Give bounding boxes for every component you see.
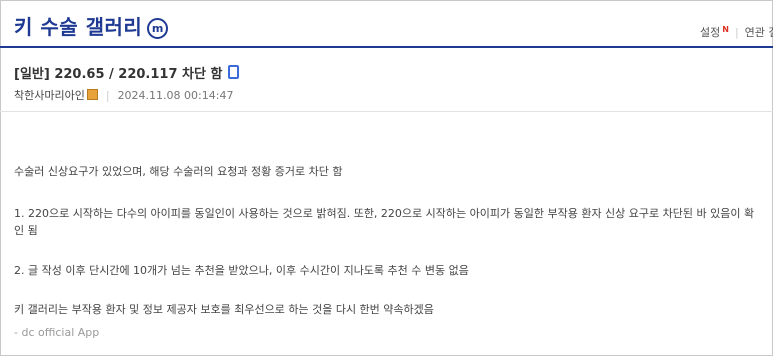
header-links: 설정N | 연관 갤 xyxy=(700,24,773,40)
gallery-header: 키 수술 갤러리m 설정N | 연관 갤 xyxy=(0,0,773,48)
content-divider xyxy=(0,111,773,112)
minor-gallery-badge-icon: m xyxy=(147,18,169,39)
divider: | xyxy=(734,26,739,39)
meta-divider: | xyxy=(105,89,110,102)
header-divider xyxy=(0,46,773,48)
post-title-text: [일반] 220.65 / 220.117 차단 함 xyxy=(14,67,223,82)
post-date: 2024.11.08 00:14:47 xyxy=(117,89,234,102)
fixed-user-icon xyxy=(86,89,98,100)
app-signature: - dc official App xyxy=(14,326,100,339)
post-paragraph: 1. 220으로 시작하는 다수의 아이피를 동일인이 사용하는 것으로 밝혀짐… xyxy=(14,207,755,237)
post-title: [일반] 220.65 / 220.117 차단 함 xyxy=(14,63,240,82)
gallery-title[interactable]: 키 수술 갤러리 m xyxy=(14,11,169,40)
new-badge: N xyxy=(722,25,729,34)
gallery-title-text[interactable]: 키 수술 갤러리 xyxy=(14,15,142,39)
related-gallery-link[interactable]: 연관 갤 xyxy=(745,26,773,39)
post-paragraph: 2. 글 작성 이후 단시간에 10개가 넘는 추천을 받았으나, 이후 수시간… xyxy=(14,264,469,277)
mobile-icon xyxy=(228,65,240,79)
author-name[interactable]: 착한사마리아인 xyxy=(14,89,85,102)
post-meta: 착한사마리아인 | 2024.11.08 00:14:47 xyxy=(14,87,233,103)
settings-link[interactable]: 설정 xyxy=(700,26,720,39)
post-paragraph: 수술러 신상요구가 있었으며, 해당 수술러의 요청과 정황 증거로 차단 함 xyxy=(14,165,343,178)
post-paragraph: 키 갤러리는 부작용 환자 및 정보 제공자 보호를 최우선으로 하는 것을 다… xyxy=(14,303,434,316)
